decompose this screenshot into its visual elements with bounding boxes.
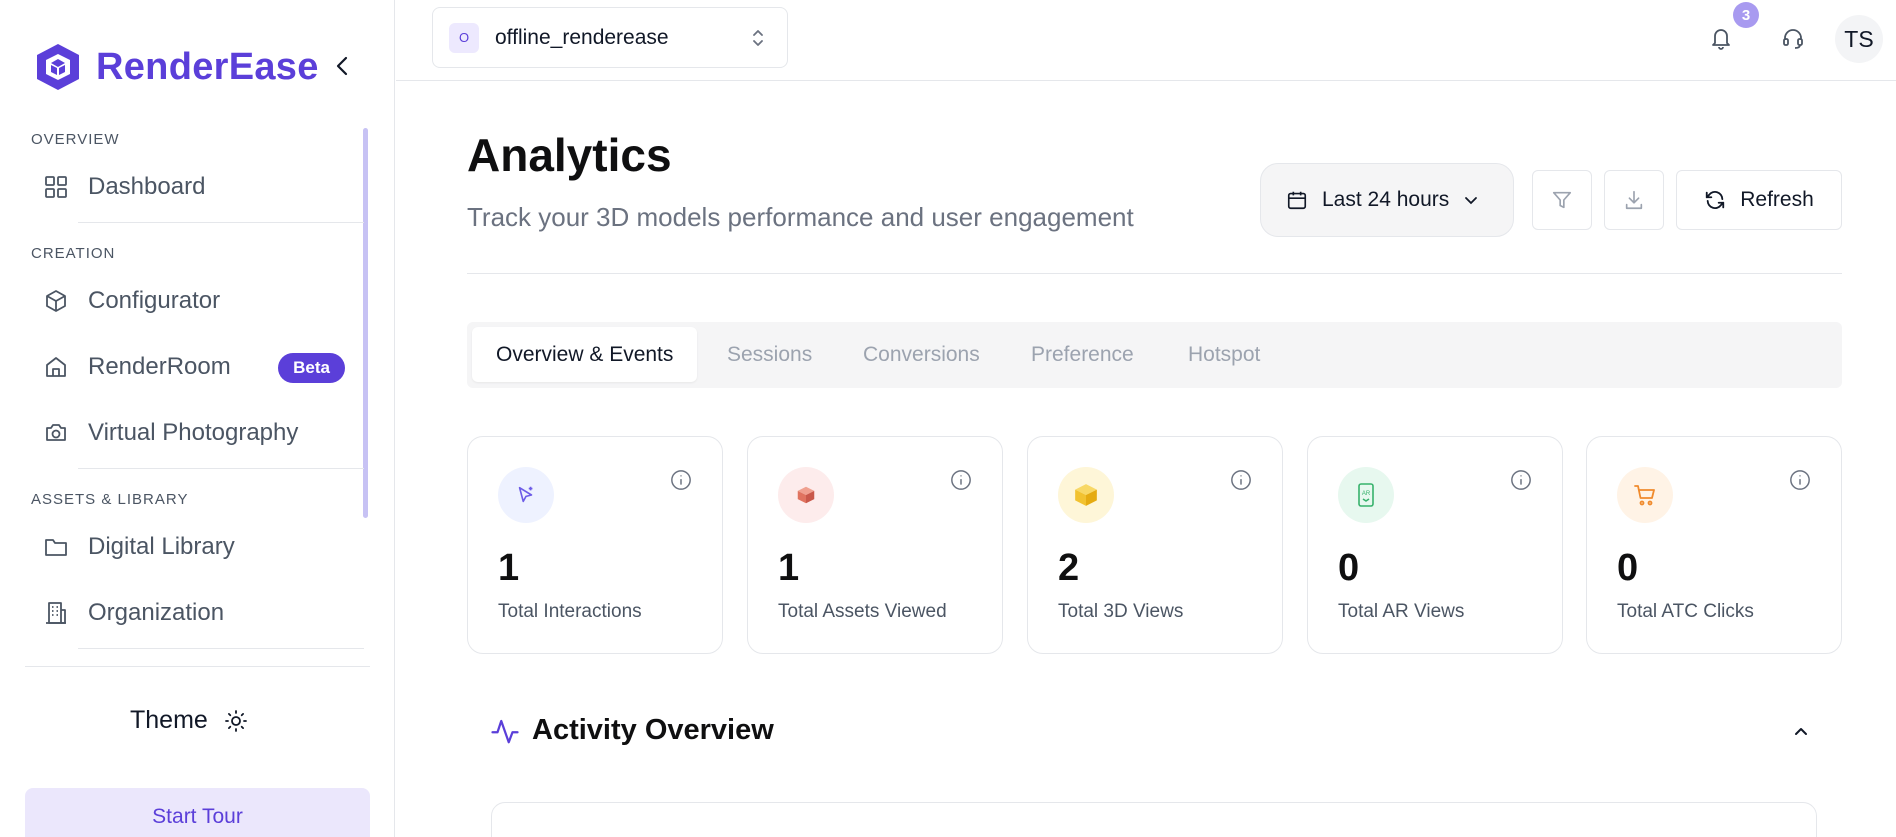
chevron-up-down-icon — [753, 30, 763, 46]
stat-card-total-interactions: 1 Total Interactions — [467, 436, 723, 654]
stat-card-total-assets-viewed: 1 Total Assets Viewed — [747, 436, 1003, 654]
theme-toggle[interactable]: Theme — [130, 706, 248, 735]
chevron-down-icon — [1465, 197, 1478, 205]
chevron-left-icon — [336, 56, 348, 76]
download-button[interactable] — [1604, 170, 1664, 230]
brand-name: RenderEase — [96, 45, 319, 88]
notification-count-badge: 3 — [1733, 2, 1759, 28]
camera-icon — [46, 424, 66, 441]
chevron-up-icon — [1795, 728, 1807, 735]
tab-preference[interactable]: Preference — [1031, 327, 1134, 382]
section-label-creation: CREATION — [31, 245, 116, 262]
activity-collapse-button[interactable] — [1792, 722, 1810, 745]
support-button[interactable] — [1771, 16, 1815, 60]
nav-divider — [78, 648, 364, 649]
sidebar-item-label: Dashboard — [88, 173, 206, 200]
info-icon[interactable] — [1510, 469, 1532, 491]
sidebar-item-organization[interactable]: Organization — [30, 585, 365, 641]
headset-icon — [1783, 29, 1803, 49]
logo-icon — [37, 44, 79, 90]
activity-overview-header: Activity Overview — [490, 714, 774, 747]
app-root: RenderEase OVERVIEW Dashboard CREATION C… — [0, 0, 1896, 837]
sun-icon — [224, 709, 247, 732]
refresh-icon — [1706, 191, 1725, 209]
collapse-sidebar-button[interactable] — [330, 54, 354, 78]
stat-value: 0 — [1617, 547, 1639, 589]
cart-icon — [1617, 467, 1673, 523]
stat-label: Total ATC Clicks — [1617, 601, 1754, 622]
info-icon[interactable] — [950, 469, 972, 491]
stat-card-total-ar-views: AR 0 Total AR Views — [1307, 436, 1563, 654]
section-label-overview: OVERVIEW — [31, 131, 120, 148]
sidebar-item-configurator[interactable]: Configurator — [30, 273, 365, 329]
sidebar-item-renderroom[interactable]: RenderRoom Beta — [30, 339, 365, 395]
stat-value: 2 — [1058, 547, 1080, 589]
refresh-button[interactable]: Refresh — [1676, 170, 1842, 230]
stat-label: Total 3D Views — [1058, 601, 1184, 622]
page-title: Analytics — [467, 129, 672, 181]
nav-divider — [78, 468, 364, 469]
stat-label: Total Interactions — [498, 601, 642, 622]
sidebar-item-label: Virtual Photography — [88, 419, 299, 446]
date-range-label: Last 24 hours — [1322, 188, 1450, 211]
stat-value: 0 — [1338, 547, 1360, 589]
activity-pulse-icon — [491, 719, 519, 743]
building-icon — [46, 602, 66, 624]
info-icon[interactable] — [1789, 469, 1811, 491]
tab-overview-events[interactable]: Overview & Events — [472, 327, 698, 382]
activity-overview-panel — [491, 802, 1817, 837]
analytics-tabs: Overview & Events Sessions Conversions P… — [467, 322, 1842, 388]
beta-badge: Beta — [278, 353, 345, 383]
tab-conversions[interactable]: Conversions — [863, 327, 980, 382]
ar-phone-icon: AR — [1338, 467, 1394, 523]
calendar-icon — [1287, 191, 1307, 210]
org-initial-badge: O — [449, 22, 479, 53]
grid-icon — [45, 176, 67, 198]
info-icon[interactable] — [1230, 469, 1252, 491]
tab-sessions[interactable]: Sessions — [727, 327, 812, 382]
bell-icon — [1712, 29, 1730, 50]
sidebar-separator — [25, 666, 370, 667]
box-icon — [778, 467, 834, 523]
sidebar: RenderEase OVERVIEW Dashboard CREATION C… — [0, 0, 395, 837]
cube-3d-icon — [1058, 467, 1114, 523]
activity-overview-title: Activity Overview — [532, 714, 774, 746]
section-label-assets-library: ASSETS & LIBRARY — [31, 491, 189, 508]
user-avatar[interactable]: TS — [1835, 15, 1883, 63]
sidebar-item-virtual-photography[interactable]: Virtual Photography — [30, 405, 365, 461]
tab-hotspot[interactable]: Hotspot — [1188, 327, 1260, 382]
date-range-select[interactable]: Last 24 hours — [1260, 163, 1514, 237]
page-subtitle: Track your 3D models performance and use… — [467, 202, 1134, 232]
sidebar-item-label: Configurator — [88, 287, 221, 314]
sidebar-item-dashboard[interactable]: Dashboard — [30, 159, 365, 215]
nav-divider — [78, 222, 364, 223]
sidebar-item-label: Organization — [88, 599, 225, 626]
download-icon — [1625, 190, 1643, 210]
home-icon — [46, 357, 66, 377]
filter-icon — [1552, 191, 1572, 209]
stat-value: 1 — [778, 547, 800, 589]
org-name: offline_renderease — [495, 25, 669, 49]
refresh-label: Refresh — [1740, 188, 1814, 211]
cube-icon — [46, 290, 66, 312]
start-tour-button[interactable]: Start Tour — [25, 788, 370, 837]
brand-logo[interactable]: RenderEase — [34, 42, 319, 92]
sidebar-item-digital-library[interactable]: Digital Library — [30, 519, 365, 575]
folder-icon — [45, 539, 67, 556]
sidebar-item-label: RenderRoom — [88, 353, 231, 380]
stat-card-total-3d-views: 2 Total 3D Views — [1027, 436, 1283, 654]
top-bar: O offline_renderease — [396, 0, 1896, 81]
stat-label: Total Assets Viewed — [778, 601, 947, 622]
stat-card-total-atc-clicks: 0 Total ATC Clicks — [1586, 436, 1842, 654]
theme-label: Theme — [130, 706, 208, 734]
cursor-icon — [498, 467, 554, 523]
svg-text:AR: AR — [1362, 491, 1371, 497]
stat-label: Total AR Views — [1338, 601, 1465, 622]
organization-selector[interactable]: O offline_renderease — [432, 7, 788, 68]
header-divider — [467, 273, 1842, 274]
sidebar-item-label: Digital Library — [88, 533, 235, 560]
filter-button[interactable] — [1532, 170, 1592, 230]
stat-value: 1 — [498, 547, 520, 589]
info-icon[interactable] — [670, 469, 692, 491]
